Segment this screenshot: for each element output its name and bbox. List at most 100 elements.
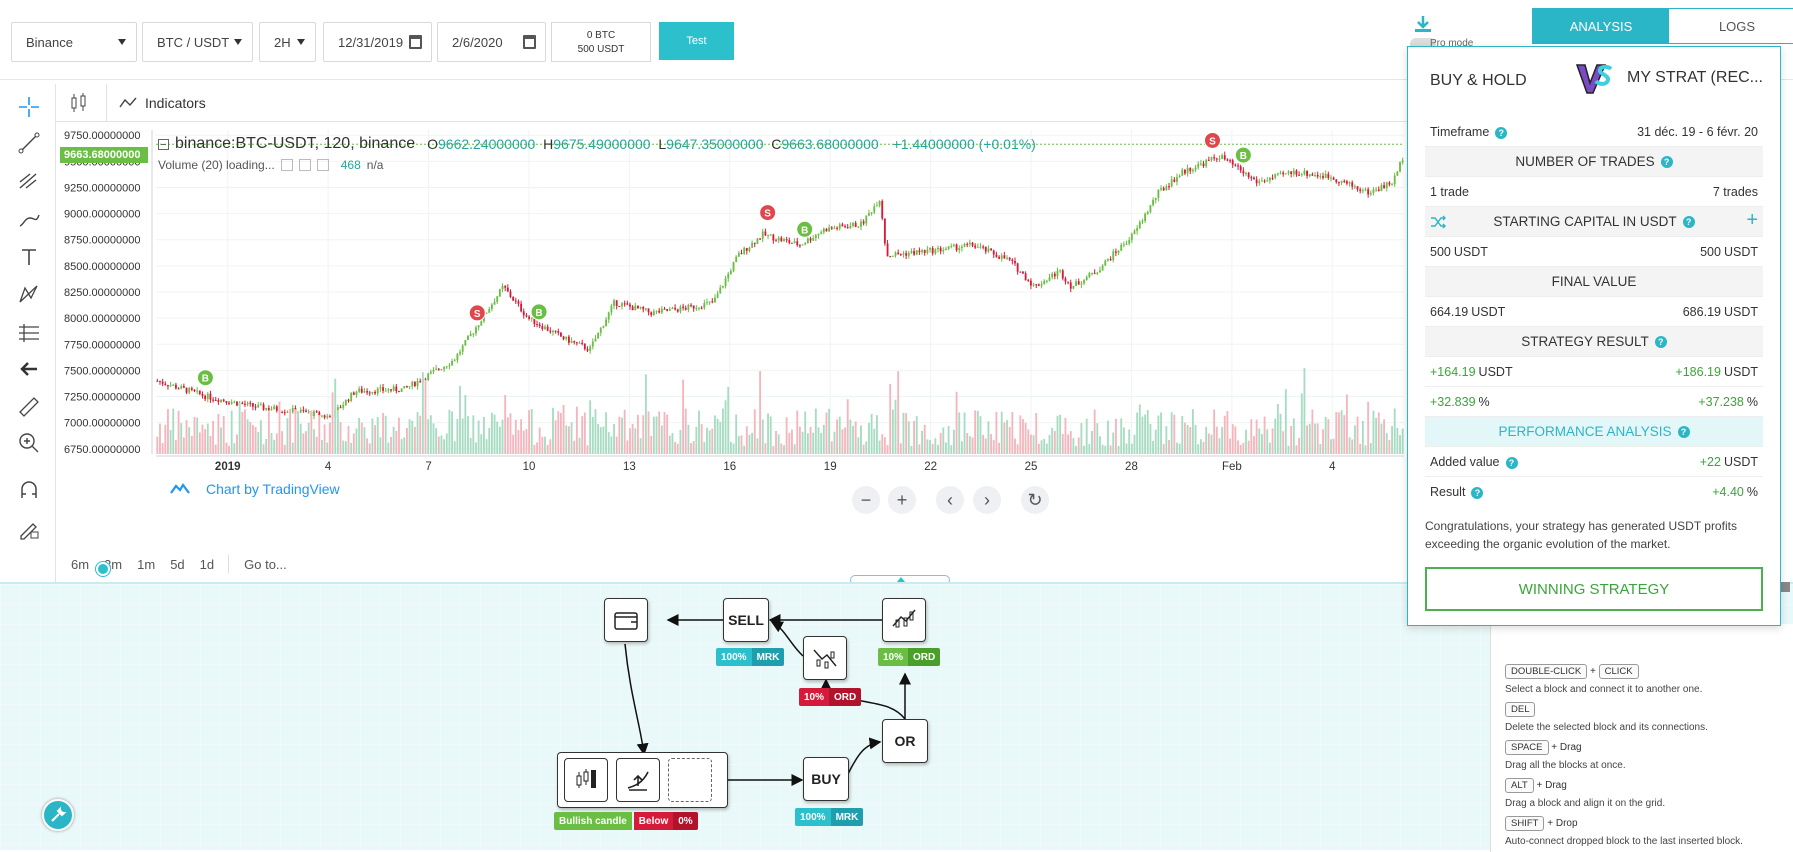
candle-body	[565, 336, 568, 340]
range-5d[interactable]: 5d	[170, 557, 184, 572]
sell-order-badge[interactable]: 100% MRK	[716, 648, 785, 666]
candle-body	[881, 201, 884, 219]
zoom-in-button[interactable]: +	[888, 486, 916, 514]
gear-icon[interactable]	[298, 159, 311, 171]
exchange-select[interactable]: Binance	[11, 22, 137, 62]
indicators-button[interactable]: Indicators	[106, 84, 206, 122]
or-block[interactable]: OR	[882, 719, 928, 763]
candle-body	[214, 400, 217, 402]
volume-bar	[241, 411, 244, 454]
fib-tool-icon[interactable]	[16, 168, 42, 194]
split-handle[interactable]	[96, 562, 110, 576]
settings-button[interactable]	[42, 799, 74, 831]
down-order-badge[interactable]: 10% ORD	[799, 688, 862, 706]
candle-body	[690, 304, 692, 306]
range-1m[interactable]: 1m	[137, 557, 155, 572]
bullish-trend-block[interactable]	[882, 598, 926, 642]
volume-bar	[591, 416, 594, 454]
wallet-block[interactable]	[604, 598, 648, 642]
volume-bar	[982, 434, 985, 454]
candle-body	[1045, 280, 1048, 282]
volume-bar	[209, 435, 212, 454]
candle-body	[1114, 251, 1117, 253]
help-icon[interactable]: ?	[1660, 155, 1673, 168]
tab-analysis[interactable]: ANALYSIS	[1533, 9, 1669, 43]
volume-bar	[1215, 426, 1218, 454]
volume-bar	[605, 412, 608, 454]
range-6m[interactable]: 6m	[71, 557, 89, 572]
indicator-icon	[119, 97, 137, 108]
magnet-icon[interactable]	[16, 478, 42, 504]
crosshair-icon[interactable]	[16, 94, 42, 120]
volume-bar	[413, 426, 416, 454]
tab-logs[interactable]: LOGS	[1669, 9, 1793, 43]
scroll-right-button[interactable]: ›	[973, 486, 1001, 514]
volume-bar	[1343, 415, 1346, 454]
calendar-icon[interactable]	[523, 35, 536, 49]
goto-date[interactable]: Go to...	[244, 557, 287, 572]
zoom-in-icon[interactable]	[16, 430, 42, 456]
volume-bar	[533, 445, 536, 454]
shuffle-icon[interactable]	[1430, 214, 1446, 230]
volume-bar	[294, 409, 297, 454]
zoom-out-button[interactable]: −	[852, 486, 880, 514]
volume-bar	[706, 427, 708, 454]
volume-na: n/a	[366, 158, 384, 172]
brush-icon[interactable]	[16, 206, 42, 232]
pair-select[interactable]: BTC / USDT	[142, 22, 253, 62]
candle-body	[950, 245, 953, 247]
test-button[interactable]: Test	[659, 22, 734, 60]
candle-body	[1181, 169, 1184, 176]
help-icon[interactable]: ?	[1471, 487, 1484, 499]
candle-body	[416, 380, 419, 387]
help-icon[interactable]: ?	[1677, 425, 1690, 438]
help-icon[interactable]: ?	[1495, 126, 1508, 139]
plus-icon[interactable]: +	[1746, 210, 1758, 230]
trend-line-icon[interactable]	[16, 130, 42, 156]
help-icon[interactable]: ?	[1682, 215, 1695, 228]
scroll-left-button[interactable]: ‹	[936, 486, 964, 514]
download-icon[interactable]	[1413, 14, 1433, 34]
candles-icon[interactable]	[66, 90, 92, 116]
price-chart[interactable]: 9750.000000009500.000000009250.000000009…	[60, 124, 1408, 546]
calendar-icon[interactable]	[409, 35, 422, 49]
eye-icon[interactable]	[280, 159, 293, 171]
volume-bar	[196, 417, 199, 454]
buy-block[interactable]: BUY	[803, 757, 849, 801]
ruler-icon[interactable]	[16, 394, 42, 420]
end-date-input[interactable]: 2/6/2020	[437, 22, 546, 62]
candle-body	[159, 380, 161, 382]
prediction-icon[interactable]	[16, 320, 42, 346]
scrollbar-thumb[interactable]	[1781, 582, 1790, 592]
tradingview-attribution[interactable]: Chart by TradingView	[168, 477, 340, 501]
pattern-icon[interactable]	[16, 282, 42, 308]
volume-bar	[862, 444, 865, 454]
help-icon[interactable]: ?	[1654, 335, 1667, 348]
arrow-left-icon[interactable]	[16, 356, 42, 382]
lock-drawings-icon[interactable]	[16, 516, 42, 542]
condition-group-block[interactable]	[557, 752, 728, 808]
reset-chart-button[interactable]: ↻	[1021, 486, 1049, 514]
bullish-candle-condition[interactable]	[564, 758, 608, 802]
candle-body	[1032, 284, 1035, 286]
close-icon[interactable]	[316, 159, 329, 171]
candle-body	[267, 407, 270, 410]
bearish-candle-block[interactable]	[803, 636, 847, 680]
up-order-badge[interactable]: 10% ORD	[878, 648, 941, 666]
result-left: +164.19	[1430, 364, 1476, 379]
chart-symbol[interactable]: binance:BTC-USDT, 120, binance	[175, 135, 415, 153]
sell-block[interactable]: SELL	[723, 598, 769, 642]
below-condition[interactable]	[616, 758, 660, 802]
help-icon[interactable]: ?	[1505, 456, 1518, 469]
result-right: +186.19	[1675, 364, 1721, 379]
empty-condition-slot[interactable]	[668, 758, 712, 802]
text-icon[interactable]	[16, 244, 42, 270]
buy-order-badge[interactable]: 100% MRK	[795, 808, 864, 826]
volume-bar	[493, 414, 496, 454]
volume-bar	[557, 411, 560, 454]
start-date-input[interactable]: 12/31/2019	[323, 22, 432, 62]
range-1d[interactable]: 1d	[200, 557, 214, 572]
candle-body	[1271, 177, 1274, 179]
collapse-legend-icon[interactable]	[158, 138, 169, 150]
timeframe-select[interactable]: 2H	[259, 22, 316, 62]
